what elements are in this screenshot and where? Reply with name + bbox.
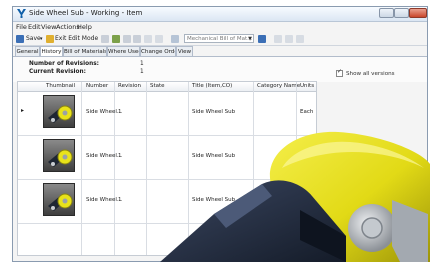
cell-revision: 1: [118, 109, 122, 115]
menu-file[interactable]: File: [16, 23, 27, 31]
menu-edit[interactable]: Edit: [28, 23, 41, 31]
wheel-assembly-icon: [48, 105, 73, 123]
cell-units: Each: [300, 153, 314, 159]
unlock-icon[interactable]: [285, 35, 293, 43]
checkbox-checked-icon: [336, 68, 343, 77]
save-icon: [16, 35, 24, 43]
column-header-number[interactable]: Number: [86, 83, 108, 89]
refresh-icon[interactable]: [112, 35, 120, 43]
export-icon[interactable]: [258, 35, 266, 43]
paste-icon[interactable]: [155, 35, 163, 43]
current-row-indicator-icon: ▸: [21, 107, 25, 114]
menu-view[interactable]: View: [41, 23, 56, 31]
bom-icon[interactable]: [171, 35, 179, 43]
history-summary: Number of Revisions: 1 Current Revision:…: [13, 56, 427, 82]
save-dropdown-arrow[interactable]: ▾: [40, 34, 43, 44]
bom-view-select[interactable]: Mechanical Bill of Mat... ▼: [184, 34, 254, 43]
back-icon[interactable]: [123, 35, 131, 43]
cell-title: Side Wheel Sub: [192, 197, 236, 203]
column-header-category[interactable]: Category Name: [257, 83, 300, 89]
cell-title: Side Wheel Sub: [192, 109, 236, 115]
show-all-versions-label: Show all versions: [346, 71, 395, 77]
vault-app-icon: [17, 9, 26, 18]
thumbnail-image: [43, 139, 75, 172]
wheel-assembly-icon: [48, 149, 73, 167]
tab-change-order[interactable]: Change Order: [140, 46, 176, 56]
cell-revision: 1: [118, 197, 122, 203]
bom-view-select-value: Mechanical Bill of Mat...: [187, 36, 253, 42]
window-title: Side Wheel Sub - Working - Item: [29, 9, 143, 17]
chevron-down-icon: ▼: [248, 36, 252, 42]
show-all-versions-checkbox[interactable]: Show all versions: [336, 68, 395, 77]
screenshot-stage: Side Wheel Sub - Working - Item File Edi…: [0, 0, 430, 262]
exit-edit-mode-button[interactable]: Exit Edit Mode: [55, 34, 98, 44]
cell-number: Side Wheel...: [86, 153, 123, 159]
pencil-icon: [46, 35, 54, 43]
revisions-count-value: 1: [140, 61, 144, 67]
print-icon[interactable]: [101, 35, 109, 43]
table-header: Thumbnail Number Revision State Title (I…: [18, 82, 316, 92]
column-header-units[interactable]: Units: [300, 83, 314, 89]
column-header-title[interactable]: Title (Item,CO): [192, 83, 232, 89]
tab-general[interactable]: General: [15, 46, 40, 56]
minimize-button[interactable]: [379, 8, 394, 18]
column-header-revision[interactable]: Revision: [118, 83, 141, 89]
column-header-thumbnail[interactable]: Thumbnail: [46, 83, 75, 89]
column-header-state[interactable]: State: [150, 83, 165, 89]
thumbnail-image: [43, 183, 75, 216]
current-revision-value: 1: [140, 69, 144, 75]
copy-icon[interactable]: [144, 35, 152, 43]
item-window: Side Wheel Sub - Working - Item File Edi…: [12, 6, 428, 262]
cell-title: Side Wheel Sub: [192, 153, 236, 159]
table-row[interactable]: ▸ Side Wheel... 1 Side Wheel Sub Each: [18, 92, 316, 136]
tab-history[interactable]: History: [40, 46, 63, 56]
forward-icon[interactable]: [133, 35, 141, 43]
wheel-assembly-icon: [48, 193, 73, 211]
tab-view[interactable]: View: [176, 46, 193, 56]
revisions-count-label: Number of Revisions:: [29, 61, 99, 67]
menu-help[interactable]: Help: [77, 23, 92, 31]
title-bar: Side Wheel Sub - Working - Item: [13, 7, 427, 22]
table-row[interactable]: Side Wheel... 1 Side Wheel Sub: [18, 180, 316, 224]
cell-number: Side Wheel...: [86, 109, 123, 115]
save-button[interactable]: Save: [26, 34, 41, 44]
lock-icon[interactable]: [274, 35, 282, 43]
compare-icon[interactable]: [296, 35, 304, 43]
tab-bill-of-materials[interactable]: Bill of Materials: [63, 46, 107, 56]
close-button[interactable]: [409, 8, 427, 18]
history-table: Thumbnail Number Revision State Title (I…: [17, 81, 317, 256]
current-revision-label: Current Revision:: [29, 69, 86, 75]
tab-where-used[interactable]: Where Used: [107, 46, 140, 56]
cell-number: Side Wheel...: [86, 197, 123, 203]
toolbar: Save ▾ Exit Edit Mode Mechanical Bill of…: [13, 33, 427, 46]
cell-revision: 1: [118, 153, 122, 159]
table-row[interactable]: Side Wheel... 1 Side Wheel Sub Each: [18, 136, 316, 180]
thumbnail-image: [43, 95, 75, 128]
maximize-button[interactable]: [394, 8, 409, 18]
cell-units: Each: [300, 109, 314, 115]
